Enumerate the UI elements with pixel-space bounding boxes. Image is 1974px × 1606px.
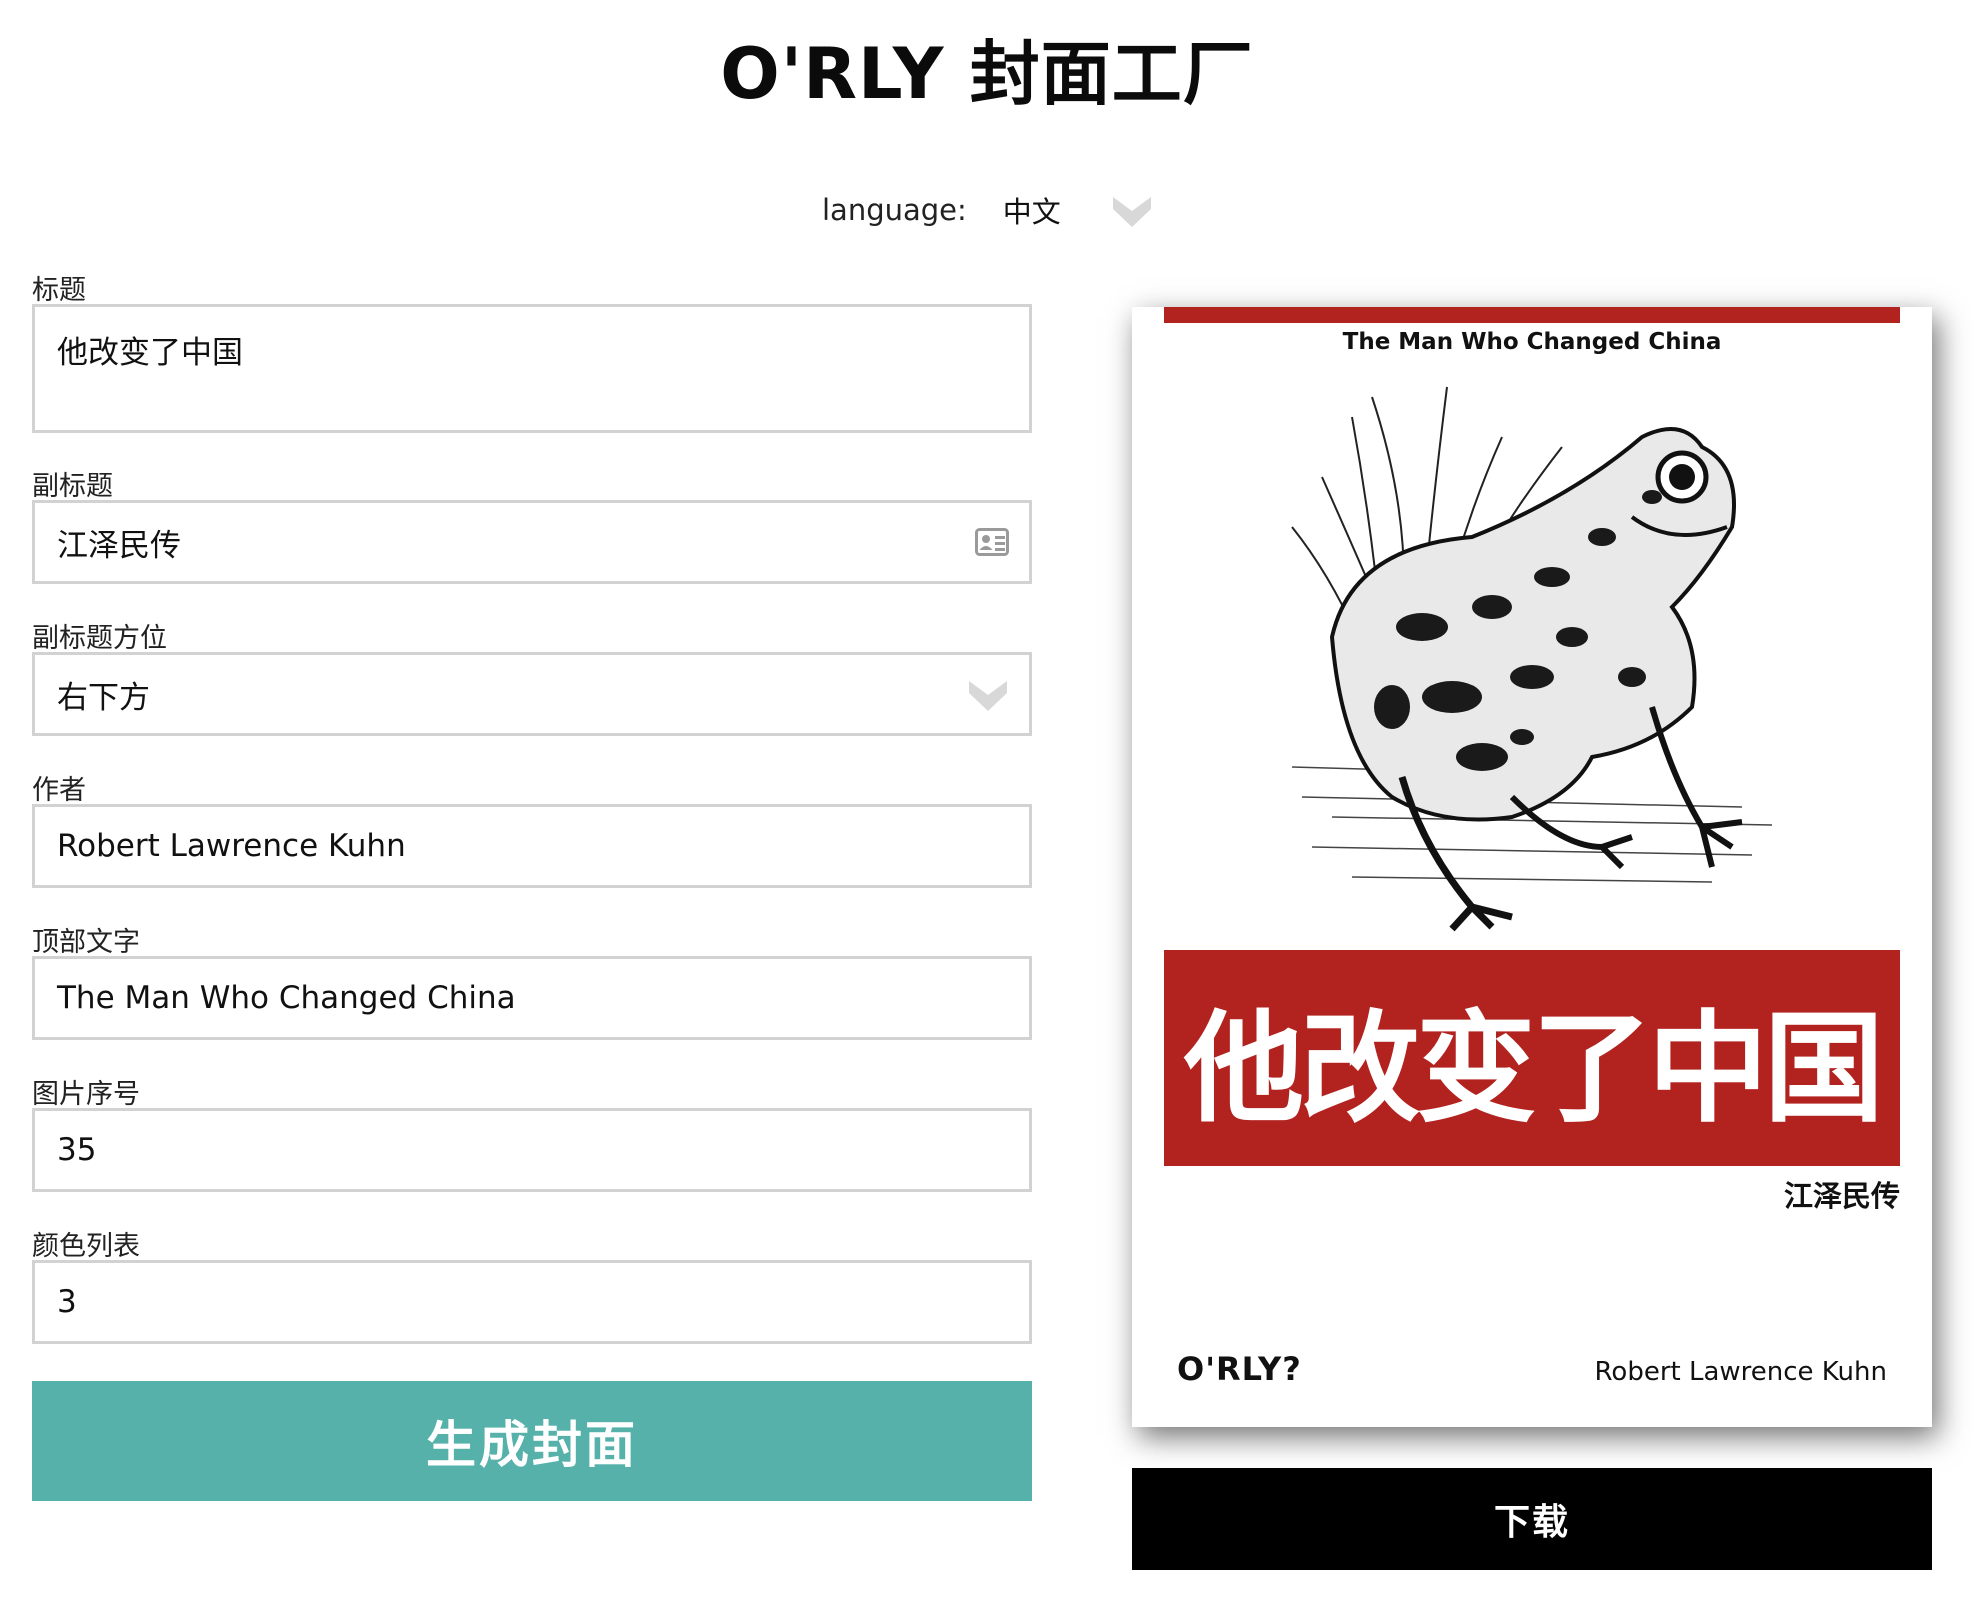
color-list-input[interactable]: 3 xyxy=(32,1260,1032,1344)
cover-top-text: The Man Who Changed China xyxy=(1342,329,1722,355)
top-text-input-value: The Man Who Changed China xyxy=(57,980,516,1016)
title-label: 标题 xyxy=(32,275,86,306)
subtitle-position-value: 右下方 xyxy=(57,679,150,716)
frog-illustration xyxy=(1291,386,1773,932)
title-textarea-value: 他改变了中国 xyxy=(57,335,243,371)
contact-card-icon[interactable] xyxy=(975,528,1009,556)
image-index-input-value: 35 xyxy=(57,1132,97,1168)
cover-top-bar xyxy=(1164,307,1900,323)
title-textarea[interactable]: 他改变了中国 xyxy=(32,304,1032,433)
language-label: language: xyxy=(822,193,967,227)
subtitle-label: 副标题 xyxy=(32,471,113,502)
language-select-value: 中文 xyxy=(1002,195,1061,229)
cover-subtitle: 江泽民传 xyxy=(1783,1179,1900,1213)
page-title: O'RLY 封面工厂 xyxy=(720,33,1254,115)
top-text-input[interactable]: The Man Who Changed China xyxy=(32,956,1032,1040)
language-select[interactable]: 中文 xyxy=(1003,187,1153,233)
cover-author: Robert Lawrence Kuhn xyxy=(1594,1357,1887,1387)
cover-title-band: 他改变了中国 xyxy=(1164,950,1900,1166)
subtitle-input[interactable]: 江泽民传 xyxy=(32,500,1032,584)
color-list-label: 颜色列表 xyxy=(32,1231,140,1262)
download-button[interactable]: 下载 xyxy=(1132,1468,1932,1570)
author-input[interactable]: Robert Lawrence Kuhn xyxy=(32,804,1032,888)
chevron-down-icon xyxy=(969,681,1007,711)
subtitle-input-value: 江泽民传 xyxy=(57,527,181,564)
top-text-label: 顶部文字 xyxy=(32,927,140,958)
image-index-input[interactable]: 35 xyxy=(32,1108,1032,1192)
color-list-input-value: 3 xyxy=(57,1284,77,1320)
subtitle-position-select[interactable]: 右下方 xyxy=(32,652,1032,736)
language-row: language: 中文 xyxy=(822,185,1153,235)
cover-brand: O'RLY? xyxy=(1177,1350,1302,1388)
chevron-down-icon xyxy=(1112,197,1151,227)
cover-preview: The Man Who Changed China 他改变了中国 江泽民传 O'… xyxy=(1132,307,1932,1427)
author-input-value: Robert Lawrence Kuhn xyxy=(57,828,406,864)
image-index-label: 图片序号 xyxy=(32,1079,140,1110)
author-label: 作者 xyxy=(32,775,86,806)
generate-cover-button[interactable]: 生成封面 xyxy=(32,1381,1032,1501)
subtitle-position-label: 副标题方位 xyxy=(32,623,167,654)
